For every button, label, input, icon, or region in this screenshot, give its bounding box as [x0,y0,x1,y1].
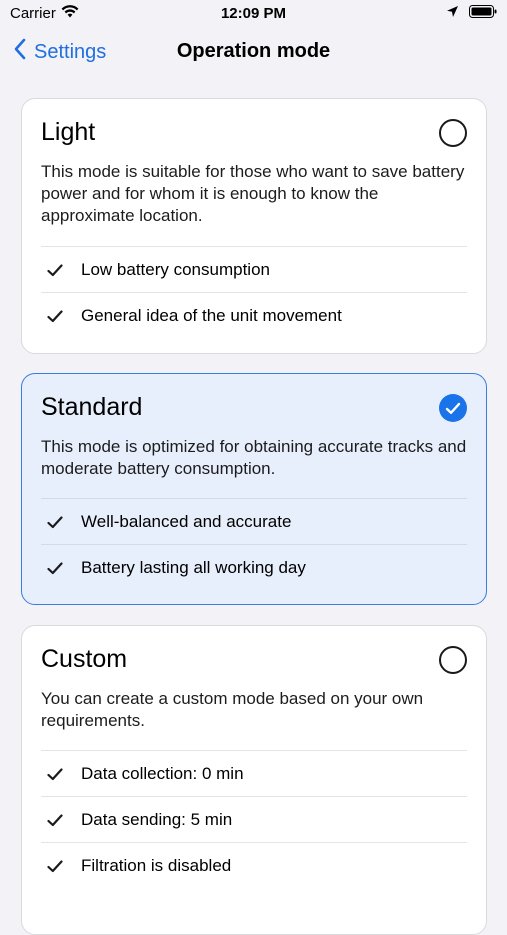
feature-item: Battery lasting all working day [41,544,467,591]
mode-description: This mode is suitable for those who want… [41,162,465,225]
mode-title: Standard [41,393,143,421]
mode-description: This mode is optimized for obtaining acc… [41,437,467,478]
mode-card-standard[interactable]: Standard This mode is optimized for obta… [21,373,487,605]
status-time: 12:09 PM [220,5,287,22]
mode-title: Light [41,118,96,146]
feature-item: Filtration is disabled [41,842,467,889]
mode-card-light[interactable]: Light This mode is suitable for those wh… [21,98,487,354]
mode-description: You can create a custom mode based on yo… [41,689,424,730]
checkmark-icon [47,859,67,873]
radio-button[interactable] [439,119,467,147]
feature-label: General idea of the unit movement [81,306,342,325]
feature-item: Low battery consumption [41,246,467,293]
feature-label: Battery lasting all working day [81,558,306,577]
checkmark-icon [47,309,67,323]
mode-card-custom[interactable]: Custom You can create a custom mode base… [21,625,487,935]
radio-button-checked[interactable] [439,394,467,422]
feature-label: Filtration is disabled [81,856,232,875]
navigation-bar: Settings Operation mode [0,26,507,80]
page-title: Operation mode [176,40,331,62]
feature-item: General idea of the unit movement [41,292,467,339]
feature-label: Well-balanced and accurate [81,512,292,531]
feature-label: Low battery consumption [81,260,270,279]
battery-icon [469,5,497,22]
checkmark-icon [47,767,67,781]
feature-item: Data sending: 5 min [41,796,467,843]
feature-label: Data sending: 5 min [81,810,233,829]
mode-title: Custom [41,645,128,673]
checkmark-icon [445,402,461,415]
checkmark-icon [47,813,67,827]
feature-item: Data collection: 0 min [41,750,467,797]
status-right [446,5,497,22]
checkmark-icon [47,561,67,575]
checkmark-icon [47,263,67,277]
status-bar: Carrier 12:09 PM [0,0,507,26]
feature-label: Data collection: 0 min [81,764,244,783]
checkmark-icon [47,515,67,529]
feature-item: Well-balanced and accurate [41,498,467,545]
location-arrow-icon [446,5,459,22]
radio-button[interactable] [439,646,467,674]
